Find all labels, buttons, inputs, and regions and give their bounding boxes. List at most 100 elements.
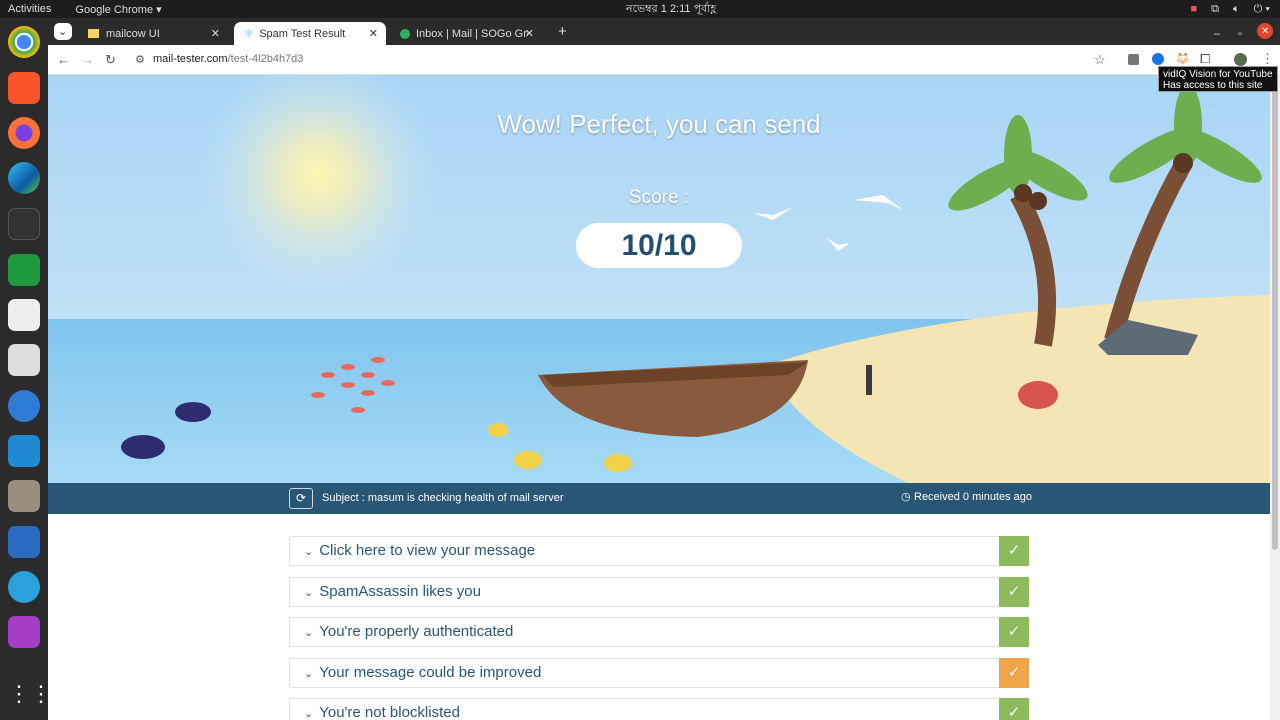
site-info-icon[interactable]: ⚙ bbox=[135, 53, 145, 66]
url-path: /test-4l2b4h7d3 bbox=[227, 53, 304, 65]
check-icon: ✓ bbox=[999, 657, 1029, 688]
activities-button[interactable]: Activities bbox=[8, 3, 51, 15]
tab-title: mailcow UI bbox=[106, 27, 160, 40]
close-tab-icon[interactable]: ✕ bbox=[369, 27, 378, 40]
sogo-icon bbox=[400, 28, 410, 39]
terminal-icon[interactable] bbox=[8, 208, 40, 240]
files-icon[interactable] bbox=[8, 480, 40, 512]
result-row[interactable]: ⌄ Click here to view your message ✓ bbox=[289, 536, 1029, 566]
media-player-icon[interactable] bbox=[8, 616, 40, 648]
network-icon: ⧉ bbox=[1211, 2, 1219, 15]
system-top-bar: Activities Google Chrome ▾ নভেম্বর 1 2:1… bbox=[0, 0, 1280, 18]
result-row[interactable]: ⌄ Your message could be improved ✓ bbox=[289, 657, 1029, 688]
clock[interactable]: নভেম্বর 1 2:11 পূর্বাহ্ণ bbox=[626, 0, 716, 19]
result-label: ⌄ You're properly authenticated bbox=[304, 623, 513, 640]
scrollbar-thumb[interactable] bbox=[1272, 80, 1278, 550]
result-text: You're properly authenticated bbox=[319, 623, 514, 641]
firefox-icon[interactable] bbox=[8, 117, 40, 149]
tooltip-line: Has access to this site bbox=[1163, 80, 1263, 91]
close-tab-icon[interactable]: ✕ bbox=[211, 27, 220, 40]
page-content: Wow! Perfect, you can send Score : 10/10… bbox=[48, 75, 1270, 720]
reload-button[interactable]: ↻ bbox=[105, 52, 116, 68]
app-label: Google Chrome ▾ bbox=[75, 3, 162, 16]
profile-avatar[interactable] bbox=[1234, 53, 1247, 66]
vidiq-extension-icon[interactable] bbox=[1152, 53, 1164, 65]
result-text: Your message could be improved bbox=[319, 663, 542, 681]
edge-icon[interactable] bbox=[8, 162, 40, 194]
result-label: ⌄ Click here to view your message bbox=[304, 542, 535, 559]
tab-search-button[interactable]: ⌄ bbox=[54, 23, 72, 40]
check-icon: ✓ bbox=[999, 698, 1029, 720]
telegram-icon[interactable] bbox=[8, 571, 40, 603]
brave-icon[interactable] bbox=[8, 72, 40, 104]
bookmark-star-icon[interactable]: ☆ bbox=[1094, 52, 1106, 68]
chevron-down-icon: ⌄ bbox=[304, 708, 314, 720]
scrollbar[interactable] bbox=[1270, 75, 1280, 720]
mail-icon bbox=[88, 29, 99, 38]
record-icon: ■ bbox=[1190, 2, 1198, 15]
result-label: ⌄ SpamAssassin likes you bbox=[304, 583, 481, 600]
tab-title: Inbox | Mail | SOGo Grou bbox=[416, 27, 528, 40]
maximize-button[interactable]: ▫ bbox=[1228, 22, 1242, 45]
tab-bar: ⌄ mailcow UI ✕ ❄ Spam Test Result ✕ Inbox |… bbox=[48, 18, 1280, 45]
volume-icon: 🔈︎ bbox=[1233, 2, 1240, 15]
check-icon: ✓ bbox=[999, 536, 1029, 566]
subject-bar: ⟳ Subject : masum is checking health of … bbox=[48, 483, 1270, 514]
extension-tooltip: vidIQ Vision for YouTube Has access to th… bbox=[1158, 66, 1278, 92]
result-label: ⌄ You're not blocklisted bbox=[304, 704, 460, 720]
result-label: ⌄ Your message could be improved bbox=[304, 664, 541, 681]
tab-mailcow[interactable]: mailcow UI ✕ bbox=[78, 22, 228, 45]
url-domain: mail-tester.com bbox=[153, 53, 228, 65]
metamask-icon[interactable]: 🦊︎ bbox=[1176, 52, 1190, 65]
system-tray[interactable]: ■ ⧉ 🔈︎ ⏻ ▾ bbox=[1190, 3, 1270, 16]
url-bar[interactable]: ⚙ mail-tester.com/test-4l2b4h7d3 bbox=[126, 48, 1126, 72]
chrome-icon[interactable] bbox=[8, 26, 40, 58]
close-window-button[interactable]: ✕ bbox=[1257, 23, 1273, 39]
new-tab-button[interactable]: + bbox=[548, 20, 567, 43]
check-icon: ✓ bbox=[999, 617, 1029, 648]
vscode-icon[interactable] bbox=[8, 435, 40, 467]
writer-icon[interactable] bbox=[8, 526, 40, 558]
chevron-down-icon: ⌄ bbox=[304, 586, 314, 599]
mooring-post bbox=[866, 365, 872, 395]
tooltip-line: vidIQ Vision for YouTube bbox=[1163, 69, 1273, 80]
software-center-icon[interactable] bbox=[8, 390, 40, 422]
chrome-menu-icon[interactable]: ⋮ bbox=[1261, 51, 1274, 67]
crab bbox=[1018, 381, 1058, 409]
address-toolbar: ← → ↻ ⚙ mail-tester.com/test-4l2b4h7d3 ☆… bbox=[48, 45, 1280, 75]
app-menu[interactable]: Google Chrome ▾ bbox=[75, 3, 161, 16]
document-viewer-icon[interactable] bbox=[8, 344, 40, 376]
tab-sogo[interactable]: Inbox | Mail | SOGo Grou ✕ bbox=[390, 22, 542, 45]
result-text: SpamAssassin likes you bbox=[319, 582, 481, 600]
refresh-button[interactable]: ⟳ bbox=[289, 488, 313, 509]
result-title: Wow! Perfect, you can send bbox=[497, 109, 821, 139]
hero-banner: Wow! Perfect, you can send Score : 10/10 bbox=[48, 75, 1270, 483]
result-row[interactable]: ⌄ You're properly authenticated ✓ bbox=[289, 617, 1029, 648]
result-row[interactable]: ⌄ SpamAssassin likes you ✓ bbox=[289, 576, 1029, 607]
received-time: Received 0 minutes ago bbox=[914, 491, 1033, 503]
chevron-down-icon: ⌄ bbox=[304, 627, 314, 640]
result-text: Click here to view your message bbox=[319, 542, 536, 559]
snowflake-icon: ❄ bbox=[244, 28, 254, 40]
result-row[interactable]: ⌄ You're not blocklisted ✓ bbox=[289, 698, 1029, 720]
score-label: Score : bbox=[628, 187, 690, 208]
dock: ⋮⋮⋮ bbox=[0, 18, 74, 720]
power-icon: ⏻ ▾ bbox=[1253, 2, 1270, 15]
app-grid-icon[interactable]: ⋮⋮⋮ bbox=[8, 678, 74, 710]
clock-icon: ◷ bbox=[901, 491, 911, 503]
spreadsheet-icon[interactable] bbox=[8, 254, 40, 286]
extensions-puzzle-icon[interactable]: ⧠ bbox=[1200, 51, 1210, 67]
check-icon: ✓ bbox=[999, 576, 1029, 607]
chevron-down-icon: ⌄ bbox=[304, 667, 314, 680]
chevron-down-icon: ⌄ bbox=[304, 546, 314, 558]
tab-spam-test[interactable]: ❄ Spam Test Result ✕ bbox=[234, 22, 386, 45]
minimize-button[interactable]: – bbox=[1204, 22, 1220, 45]
extension-icon[interactable] bbox=[1128, 54, 1139, 65]
score-badge: 10/10 bbox=[576, 223, 742, 268]
forward-button[interactable]: → bbox=[81, 52, 94, 67]
close-tab-icon[interactable]: ✕ bbox=[525, 27, 534, 40]
back-button[interactable]: ← bbox=[57, 52, 70, 67]
email-subject: Subject : masum is checking health of ma… bbox=[322, 492, 564, 504]
text-editor-icon[interactable] bbox=[8, 299, 40, 331]
result-text: You're not blocklisted bbox=[319, 704, 460, 720]
